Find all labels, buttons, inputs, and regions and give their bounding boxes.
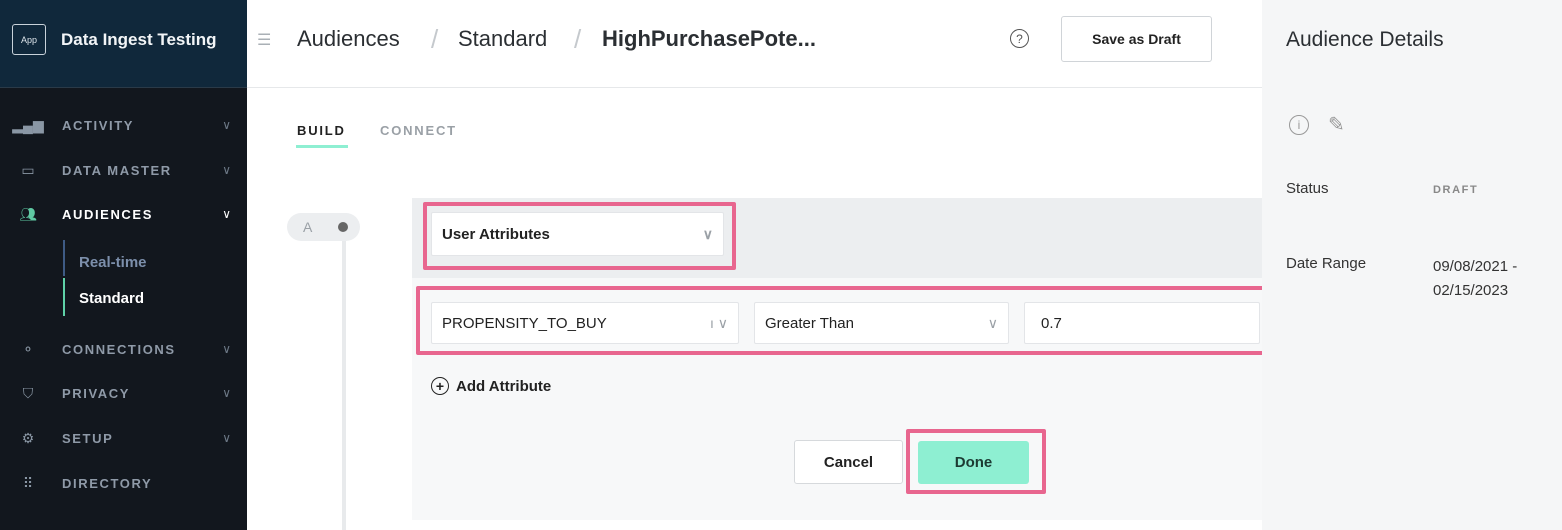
- status-label: Status: [1286, 180, 1329, 197]
- sidebar-item-label: SETUP: [62, 430, 114, 446]
- input-value: 0.7: [1041, 314, 1062, 332]
- chevron-down-icon: ∨: [222, 207, 231, 221]
- sidebar-item-label: PRIVACY: [62, 385, 131, 401]
- cancel-button[interactable]: Cancel: [794, 440, 903, 484]
- sidebar-item-label: DIRECTORY: [62, 475, 153, 491]
- subnav-line: [63, 240, 65, 276]
- subnav-active-indicator: [63, 278, 65, 316]
- select-value: User Attributes: [442, 225, 550, 243]
- node-connector-line: [342, 241, 346, 530]
- page-title: HighPurchasePote...: [602, 26, 816, 51]
- node-label: A: [303, 219, 313, 235]
- chevron-down-icon: ∨: [222, 342, 231, 356]
- gear-icon: ⚙: [21, 429, 35, 446]
- bar-chart-icon: ▂▄▆: [12, 116, 44, 133]
- save-as-draft-button[interactable]: Save as Draft: [1061, 16, 1212, 62]
- tab-build[interactable]: BUILD: [297, 123, 346, 138]
- value-input[interactable]: 0.7: [1024, 302, 1260, 344]
- node-dot: [338, 222, 348, 232]
- pencil-icon[interactable]: ✎: [1328, 112, 1345, 137]
- sidebar-item-audiences[interactable]: 👥︎ AUDIENCES ∨: [0, 199, 247, 229]
- sidebar-item-label: DATA MASTER: [62, 162, 172, 178]
- chevron-down-icon: ∨: [222, 431, 231, 445]
- breadcrumb-separator: /: [431, 24, 439, 54]
- select-value: Greater Than: [765, 314, 854, 332]
- sidebar-item-privacy[interactable]: ⛉ PRIVACY ∨: [0, 378, 247, 408]
- menu-icon[interactable]: ☰: [257, 30, 271, 50]
- sidebar-item-connections[interactable]: ⚬ CONNECTIONS ∨: [0, 334, 247, 364]
- grid-icon: ⠿: [22, 474, 34, 491]
- add-attribute-button[interactable]: + Add Attribute: [431, 377, 551, 395]
- sidebar-item-data-master[interactable]: ▭ DATA MASTER ∨: [0, 155, 247, 185]
- sidebar-subitem-realtime[interactable]: Real-time: [79, 254, 147, 271]
- operator-select[interactable]: Greater Than ∨: [754, 302, 1009, 344]
- info-icon[interactable]: i: [1289, 115, 1309, 135]
- chevron-down-icon: ∨: [987, 314, 998, 331]
- source-select[interactable]: User Attributes ∨: [431, 212, 724, 256]
- plus-circle-icon: +: [431, 377, 449, 395]
- sidebar-item-label: CONNECTIONS: [62, 341, 176, 357]
- node-group-a[interactable]: A: [287, 213, 360, 241]
- breadcrumb-audiences[interactable]: Audiences: [297, 26, 400, 52]
- date-range-value: 09/08/2021 - 02/15/2023: [1433, 258, 1518, 299]
- chevron-down-icon: ∨: [222, 118, 231, 132]
- tab-connect[interactable]: CONNECT: [380, 123, 457, 138]
- connections-icon: ⚬: [22, 340, 34, 357]
- sidebar-item-setup[interactable]: ⚙ SETUP ∨: [0, 423, 247, 453]
- sidebar: App Data Ingest Testing ▂▄▆ ACTIVITY ∨ ▭ DA…: [0, 0, 247, 530]
- sidebar-item-label: AUDIENCES: [62, 206, 153, 222]
- breadcrumb-separator: /: [574, 24, 582, 54]
- chevron-down-icon: ∨: [702, 225, 713, 242]
- people-icon: 👥︎: [19, 205, 37, 222]
- help-icon[interactable]: ?: [1010, 29, 1029, 48]
- active-tab-indicator: [296, 145, 348, 148]
- panel-title: Audience Details: [1286, 28, 1444, 51]
- chevron-down-icon: ∨: [222, 386, 231, 400]
- date-range-label: Date Range: [1286, 255, 1367, 272]
- sidebar-item-label: ACTIVITY: [62, 117, 135, 133]
- done-button[interactable]: Done: [918, 441, 1029, 484]
- app-logo: App: [12, 24, 46, 55]
- chevron-down-icon: ∨: [222, 163, 231, 177]
- status-badge: DRAFT: [1433, 184, 1479, 196]
- sidebar-item-activity[interactable]: ▂▄▆ ACTIVITY ∨: [0, 110, 247, 140]
- sidebar-item-directory[interactable]: ⠿ DIRECTORY: [0, 468, 247, 498]
- breadcrumb-standard[interactable]: Standard: [458, 26, 547, 52]
- app-header[interactable]: App Data Ingest Testing: [0, 0, 247, 88]
- sidebar-subitem-standard[interactable]: Standard: [79, 290, 144, 307]
- select-value: PROPENSITY_TO_BUY: [442, 314, 607, 332]
- attribute-select[interactable]: PROPENSITY_TO_BUY ı ∨: [431, 302, 739, 344]
- chevron-down-icon: ı ∨: [709, 314, 728, 331]
- shield-icon: ⛉: [22, 384, 34, 401]
- add-attribute-label: Add Attribute: [456, 377, 552, 395]
- audience-details-panel: Audience Details i ✎ Status DRAFT Date R…: [1262, 0, 1562, 530]
- app-name: Data Ingest Testing: [61, 30, 217, 49]
- data-master-icon: ▭: [21, 161, 35, 178]
